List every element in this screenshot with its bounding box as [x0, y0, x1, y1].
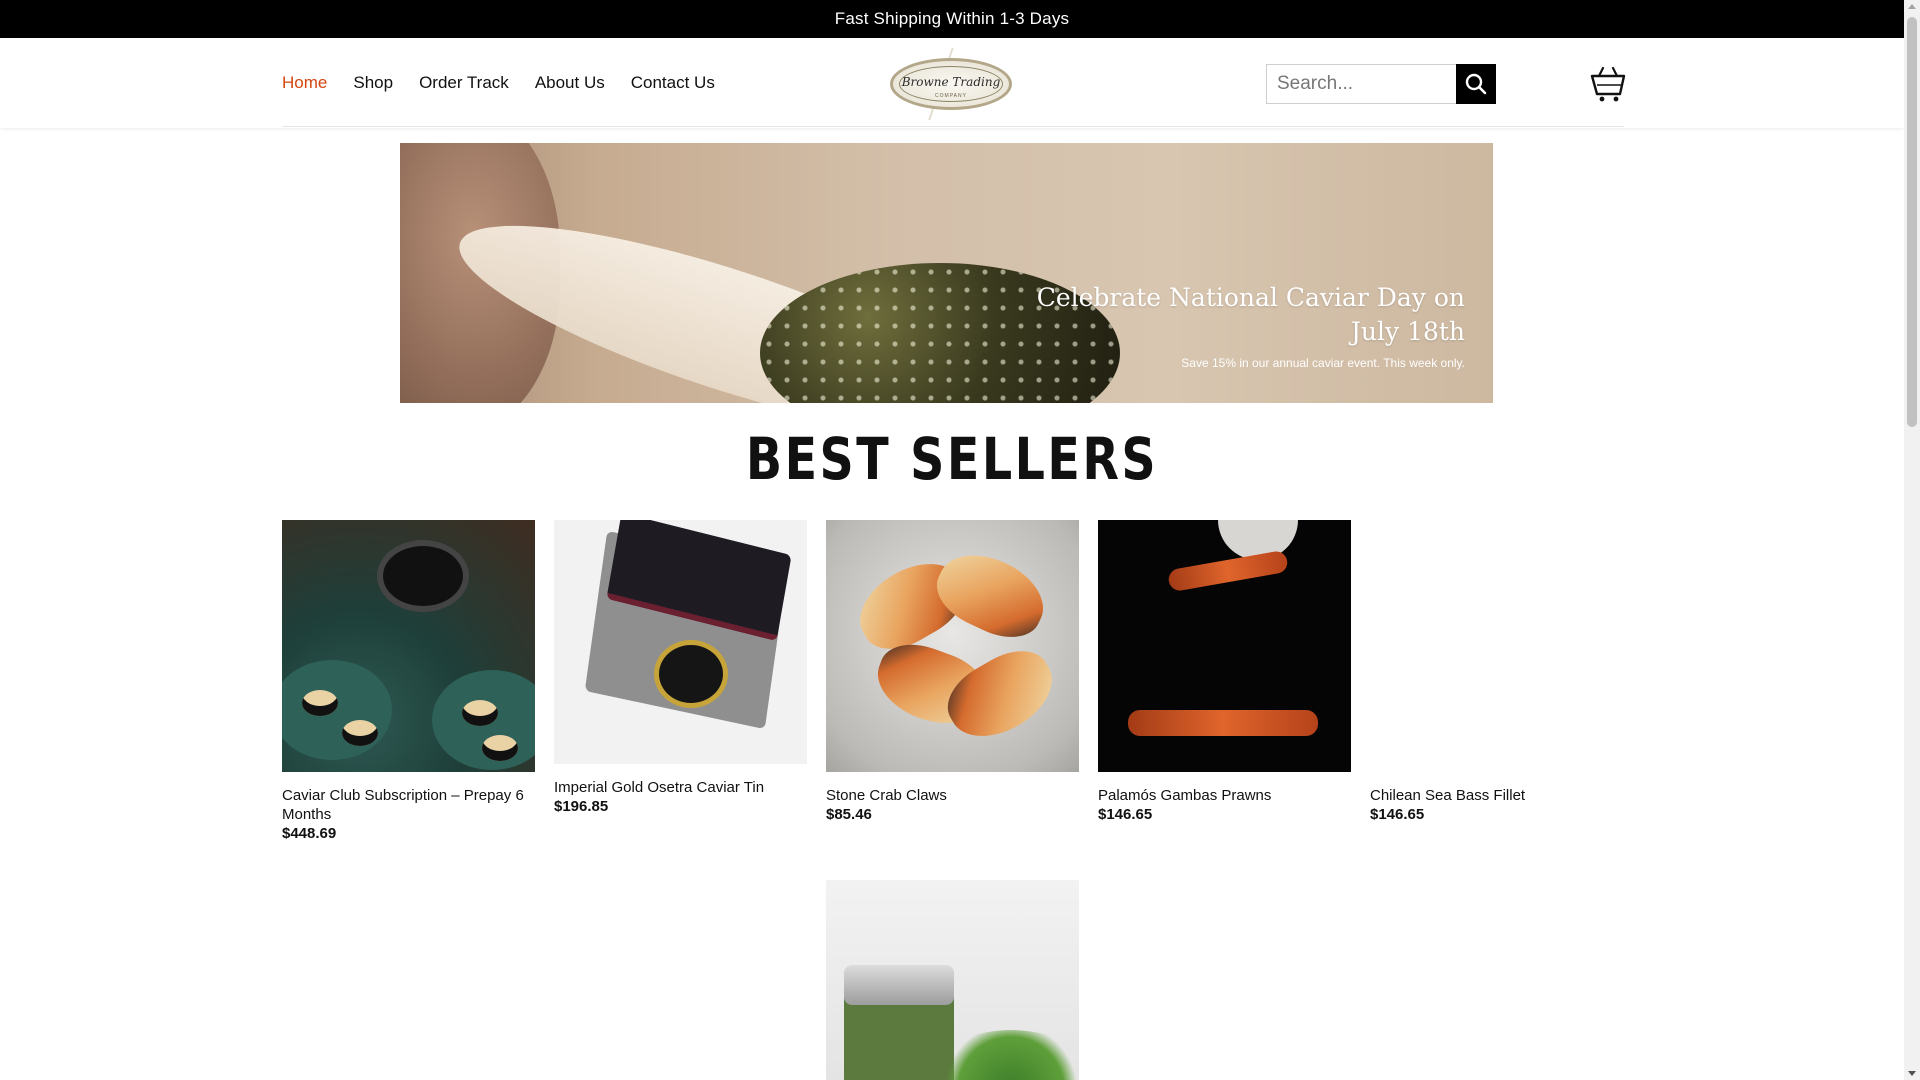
banner-headline: Celebrate National Caviar Day on July 18…	[1037, 281, 1465, 349]
product-image[interactable]	[826, 520, 1079, 772]
product-card[interactable]: Caviar Club Subscription – Prepay 6 Mont…	[282, 520, 535, 842]
product-image[interactable]	[554, 520, 807, 764]
claw-shape	[926, 540, 1056, 650]
announcement-bar: Fast Shipping Within 1-3 Days	[0, 0, 1904, 38]
product-price: $146.65	[1370, 806, 1425, 823]
header-divider	[282, 126, 1624, 127]
main-nav: Home Shop Order Track About Us Contact U…	[282, 38, 715, 128]
product-image[interactable]	[826, 880, 1079, 1080]
page-viewport: Fast Shipping Within 1-3 Days Home Shop …	[0, 0, 1904, 1080]
logo-subtext: COMPANY	[935, 93, 967, 99]
nav-about-us[interactable]: About Us	[535, 73, 605, 93]
site-header: Home Shop Order Track About Us Contact U…	[0, 38, 1904, 128]
product-price: $85.46	[826, 806, 872, 823]
nav-order-track[interactable]: Order Track	[419, 73, 509, 93]
scrollbar-thumb[interactable]	[1907, 17, 1917, 427]
search-button[interactable]	[1456, 64, 1496, 104]
blini-shape	[302, 690, 338, 716]
product-image[interactable]	[1370, 520, 1623, 772]
site-logo[interactable]: Browne Trading COMPANY	[886, 48, 1016, 120]
product-price: $146.65	[1098, 806, 1153, 823]
product-card[interactable]: Palamós Gambas Prawns $146.65	[1098, 520, 1351, 823]
blini-shape	[462, 700, 498, 726]
caviar-tin-shape	[654, 640, 728, 708]
product-image[interactable]	[1098, 520, 1351, 772]
plate-shape	[282, 660, 392, 760]
product-price: $196.85	[554, 798, 609, 815]
product-name[interactable]: Caviar Club Subscription – Prepay 6 Mont…	[282, 786, 535, 824]
scroll-down-arrow-icon[interactable]	[1908, 1071, 1916, 1076]
product-name[interactable]: Stone Crab Claws	[826, 786, 1079, 805]
banner-headline-line2: July 18th	[1350, 317, 1465, 346]
powder-shape	[946, 1030, 1076, 1080]
blini-shape	[482, 735, 518, 761]
logo-brand: Browne Trading	[901, 75, 1001, 89]
product-card[interactable]: Chilean Sea Bass Fillet $146.65	[1370, 520, 1623, 823]
product-name[interactable]: Chilean Sea Bass Fillet	[1370, 786, 1623, 805]
prawn-shape	[1167, 549, 1289, 593]
promo-banner[interactable]: Celebrate National Caviar Day on July 18…	[400, 143, 1493, 403]
product-price: $448.69	[282, 825, 337, 842]
cart-button[interactable]	[1590, 64, 1626, 102]
search-icon	[1465, 73, 1487, 95]
banner-subline: Save 15% in our annual caviar event. Thi…	[1181, 356, 1465, 370]
nav-contact-us[interactable]: Contact Us	[631, 73, 715, 93]
nav-home[interactable]: Home	[282, 73, 327, 93]
jar-lid-shape	[844, 965, 954, 1005]
product-card[interactable]	[826, 880, 1079, 1080]
product-name[interactable]: Palamós Gambas Prawns	[1098, 786, 1351, 805]
blini-shape	[342, 720, 378, 746]
caviar-tin-shape	[377, 540, 469, 612]
prawn-shape	[1128, 710, 1318, 736]
search-input[interactable]	[1266, 64, 1456, 104]
product-card[interactable]: Stone Crab Claws $85.46	[826, 520, 1079, 823]
product-card[interactable]: Imperial Gold Osetra Caviar Tin $196.85	[554, 520, 807, 815]
product-image[interactable]	[282, 520, 535, 772]
banner-headline-line1: Celebrate National Caviar Day on	[1036, 283, 1465, 312]
claw-shape	[935, 637, 1067, 753]
product-name[interactable]: Imperial Gold Osetra Caviar Tin	[554, 778, 807, 797]
nav-shop[interactable]: Shop	[353, 73, 393, 93]
announcement-text: Fast Shipping Within 1-3 Days	[834, 9, 1070, 28]
vertical-scrollbar[interactable]	[1904, 0, 1920, 1080]
search-form	[1266, 64, 1496, 104]
section-title: BEST SELLERS	[745, 425, 1159, 493]
cart-icon	[1590, 66, 1626, 102]
scroll-up-arrow-icon[interactable]	[1908, 4, 1916, 9]
